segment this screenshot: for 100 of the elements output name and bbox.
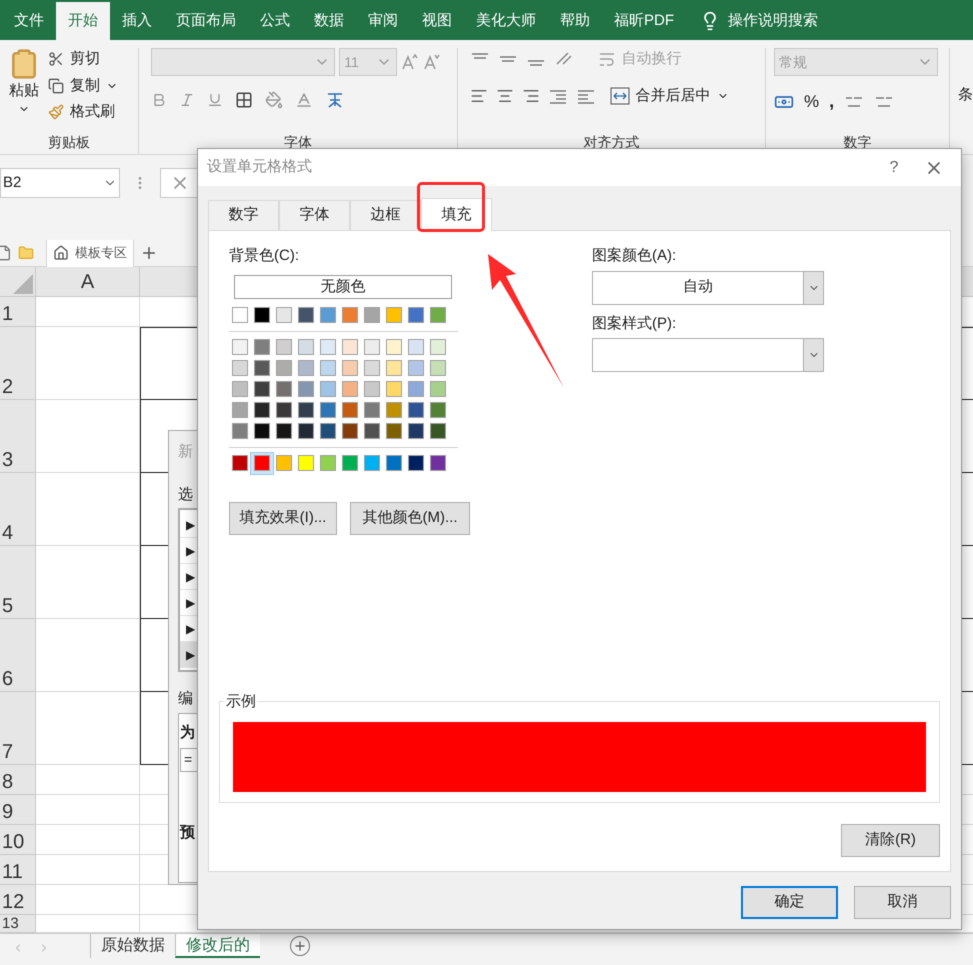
format-painter-button[interactable]: 格式刷 (48, 101, 118, 124)
ribbon-tab[interactable]: 文件 (2, 2, 56, 40)
ribbon-tab[interactable]: 福昕PDF (602, 2, 686, 40)
color-swatch[interactable] (232, 307, 248, 323)
ribbon-tab[interactable]: 数据 (302, 2, 356, 40)
document-icon[interactable] (0, 245, 12, 261)
color-swatch[interactable] (430, 423, 446, 439)
color-swatch[interactable] (276, 423, 292, 439)
percent-button[interactable]: % (804, 88, 820, 114)
font-name-field[interactable] (151, 48, 336, 76)
merge-center-button[interactable]: 合并后居中 (610, 84, 729, 107)
color-swatch[interactable] (342, 360, 358, 376)
cancel-button[interactable]: 取消 (854, 886, 951, 919)
color-swatch[interactable] (408, 381, 424, 397)
color-swatch[interactable] (386, 360, 402, 376)
row-header[interactable]: 3 (0, 400, 36, 473)
color-swatch[interactable] (254, 455, 270, 471)
decrease-font-icon[interactable] (423, 53, 442, 71)
template-tab[interactable]: 模板专区 (46, 240, 134, 266)
select-all-icon[interactable] (13, 274, 33, 294)
color-swatch[interactable] (320, 339, 336, 355)
color-swatch[interactable] (364, 360, 380, 376)
color-swatch[interactable] (408, 455, 424, 471)
color-swatch[interactable] (320, 307, 336, 323)
grid-cell[interactable] (36, 297, 140, 327)
row-header[interactable]: 8 (0, 765, 36, 795)
color-swatch[interactable] (276, 381, 292, 397)
color-swatch[interactable] (254, 339, 270, 355)
grid-cell[interactable] (36, 692, 140, 765)
color-swatch[interactable] (364, 381, 380, 397)
color-swatch[interactable] (342, 381, 358, 397)
sheet-tab[interactable]: 修改后的 (175, 934, 260, 958)
row-header[interactable]: 9 (0, 795, 36, 825)
color-swatch[interactable] (298, 402, 314, 418)
grid-cell[interactable] (36, 795, 140, 825)
color-swatch[interactable] (276, 402, 292, 418)
color-swatch[interactable] (386, 402, 402, 418)
ribbon-tab[interactable]: 公式 (248, 2, 302, 40)
grid-cell[interactable] (36, 327, 140, 400)
color-swatch[interactable] (254, 381, 270, 397)
comma-button[interactable]: , (829, 88, 834, 115)
clear-button[interactable]: 清除(R) (841, 824, 940, 856)
color-swatch[interactable] (342, 423, 358, 439)
color-swatch[interactable] (408, 339, 424, 355)
no-color-button[interactable]: 无颜色 (234, 274, 452, 298)
color-swatch[interactable] (408, 402, 424, 418)
color-swatch[interactable] (364, 455, 380, 471)
color-swatch[interactable] (364, 402, 380, 418)
color-swatch[interactable] (298, 360, 314, 376)
increase-font-icon[interactable] (401, 53, 420, 71)
color-swatch[interactable] (364, 423, 380, 439)
ribbon-tab[interactable]: 审阅 (356, 2, 410, 40)
ribbon-tab[interactable]: 视图 (410, 2, 464, 40)
row-header[interactable]: 2 (0, 327, 36, 400)
color-swatch[interactable] (254, 402, 270, 418)
color-swatch[interactable] (232, 455, 248, 471)
cut-button[interactable]: 剪切 (48, 48, 118, 70)
color-swatch[interactable] (320, 381, 336, 397)
column-header[interactable]: A (36, 267, 140, 296)
dialog-tab[interactable]: 填充 (421, 198, 492, 231)
color-swatch[interactable] (298, 339, 314, 355)
color-swatch[interactable] (386, 307, 402, 323)
grid-cell[interactable] (36, 473, 140, 546)
row-header[interactable]: 5 (0, 546, 36, 619)
color-swatch[interactable] (430, 402, 446, 418)
font-color-icon[interactable] (295, 91, 314, 109)
ribbon-tab[interactable]: 开始 (56, 2, 110, 40)
ribbon-tab[interactable]: 插入 (110, 2, 164, 40)
paint-bucket-icon[interactable] (265, 91, 284, 109)
color-swatch[interactable] (408, 307, 424, 323)
help-button[interactable]: ? (874, 156, 914, 180)
underline-icon[interactable] (207, 92, 224, 108)
row-header[interactable]: 1 (0, 297, 36, 327)
color-swatch[interactable] (430, 307, 446, 323)
color-swatch[interactable] (386, 381, 402, 397)
grid-cell[interactable] (36, 765, 140, 795)
color-swatch[interactable] (232, 339, 248, 355)
grid-cell[interactable] (36, 825, 140, 855)
folder-icon[interactable] (18, 245, 34, 261)
color-swatch[interactable] (342, 402, 358, 418)
color-swatch[interactable] (342, 307, 358, 323)
color-swatch[interactable] (254, 360, 270, 376)
color-swatch[interactable] (298, 423, 314, 439)
row-header[interactable]: 4 (0, 473, 36, 546)
color-swatch[interactable] (298, 381, 314, 397)
color-swatch[interactable] (320, 402, 336, 418)
decrease-indent-icon[interactable] (548, 88, 568, 104)
color-swatch[interactable] (254, 307, 270, 323)
color-swatch[interactable] (232, 381, 248, 397)
color-swatch[interactable] (430, 339, 446, 355)
grid-cell[interactable] (36, 619, 140, 692)
color-swatch[interactable] (430, 455, 446, 471)
name-box[interactable]: B2 (0, 168, 120, 198)
color-swatch[interactable] (430, 360, 446, 376)
color-swatch[interactable] (298, 307, 314, 323)
color-swatch[interactable] (386, 455, 402, 471)
row-header[interactable]: 10 (0, 825, 36, 855)
color-swatch[interactable] (320, 455, 336, 471)
add-sheet-button[interactable] (290, 936, 310, 956)
color-swatch[interactable] (386, 339, 402, 355)
